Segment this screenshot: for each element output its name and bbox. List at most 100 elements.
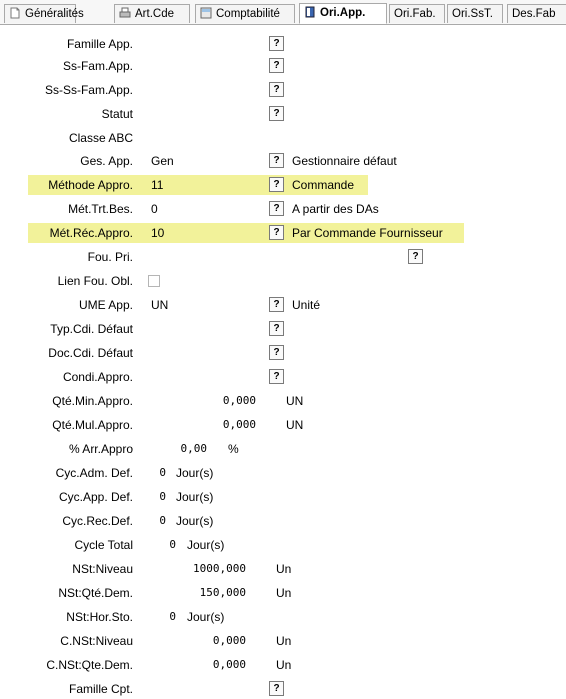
- field-label: Statut: [101, 107, 133, 121]
- field-label: NSt:Hor.Sto.: [66, 610, 133, 624]
- field-number[interactable]: 0,000: [223, 418, 256, 431]
- calculator-icon: [200, 7, 212, 19]
- field-row-typ-cdi-defaut: Typ.Cdi. Défaut ?: [0, 319, 566, 339]
- tab-ori-sst[interactable]: Ori.SsT.: [447, 4, 503, 23]
- field-number[interactable]: 0,000: [213, 634, 246, 647]
- field-label: Méthode Appro.: [48, 178, 133, 192]
- field-description: A partir des DAs: [292, 202, 379, 216]
- field-label: Qté.Min.Appro.: [52, 394, 133, 408]
- tab-label: Ori.SsT.: [452, 8, 493, 20]
- field-label: Condi.Appro.: [62, 370, 133, 384]
- field-value[interactable]: Gen: [151, 154, 174, 168]
- field-label: Lien Fou. Obl.: [57, 274, 133, 288]
- field-description: Par Commande Fournisseur: [292, 226, 443, 240]
- field-row-c-nst-niveau: C.NSt:Niveau 0,000 Un: [0, 631, 566, 651]
- tab-ori-fab[interactable]: Ori.Fab.: [389, 4, 445, 23]
- field-number[interactable]: 150,000: [200, 586, 246, 599]
- field-description: Gestionnaire défaut: [292, 154, 397, 168]
- tab-label: Art.Cde: [135, 8, 174, 20]
- document-icon: [9, 7, 21, 19]
- field-label: Famille Cpt.: [68, 682, 133, 696]
- lookup-button[interactable]: ?: [269, 58, 284, 73]
- field-row-cycle-total: Cycle Total 0 Jour(s): [0, 535, 566, 555]
- field-number[interactable]: 0,00: [181, 442, 208, 455]
- field-label: Ss-Fam.App.: [62, 59, 133, 73]
- field-row-doc-cdi-defaut: Doc.Cdi. Défaut ?: [0, 343, 566, 363]
- field-label: Qté.Mul.Appro.: [52, 418, 133, 432]
- field-value[interactable]: 10: [151, 226, 164, 240]
- tab-art-cde[interactable]: Art.Cde: [114, 4, 190, 23]
- lookup-button[interactable]: ?: [269, 106, 284, 121]
- field-label: UME App.: [78, 298, 133, 312]
- tab-label: Ori.App.: [320, 7, 366, 19]
- field-label: Mét.Trt.Bes.: [68, 202, 133, 216]
- tab-comptabilite[interactable]: Comptabilité: [195, 4, 295, 23]
- lookup-button[interactable]: ?: [269, 201, 284, 216]
- field-number[interactable]: 0: [159, 514, 166, 527]
- field-row-ges-app: Ges. App. Gen ? Gestionnaire défaut: [0, 151, 566, 171]
- field-unit: Jour(s): [187, 538, 225, 552]
- lookup-button[interactable]: ?: [269, 177, 284, 192]
- tab-generalites[interactable]: Généralités: [4, 4, 84, 23]
- lookup-button[interactable]: ?: [269, 345, 284, 360]
- field-number[interactable]: 0: [159, 466, 166, 479]
- field-row-cyc-rec-def: Cyc.Rec.Def. 0 Jour(s): [0, 511, 566, 531]
- field-unit: %: [228, 442, 239, 456]
- lookup-button[interactable]: ?: [408, 249, 423, 264]
- tab-des-fab[interactable]: Des.Fab: [507, 4, 566, 23]
- lookup-button[interactable]: ?: [269, 321, 284, 336]
- lookup-button[interactable]: ?: [269, 36, 284, 51]
- field-row-fou-pri: Fou. Pri. ?: [0, 247, 566, 267]
- field-row-methode-appro: Méthode Appro. 11 ? Commande: [0, 175, 566, 195]
- lookup-button[interactable]: ?: [269, 369, 284, 384]
- checkbox[interactable]: [148, 275, 160, 287]
- field-label: Classe ABC: [68, 131, 133, 145]
- field-number[interactable]: 0,000: [223, 394, 256, 407]
- field-number[interactable]: 0: [159, 490, 166, 503]
- field-row-met-trt-bes: Mét.Trt.Bes. 0 ? A partir des DAs: [0, 199, 566, 219]
- field-row-nst-hor-sto: NSt:Hor.Sto. 0 Jour(s): [0, 607, 566, 627]
- field-number[interactable]: 1000,000: [193, 562, 246, 575]
- field-label: Famille App.: [66, 37, 133, 51]
- lookup-button[interactable]: ?: [269, 82, 284, 97]
- printer-icon: [119, 7, 131, 19]
- field-number: 0: [169, 538, 176, 551]
- field-row-lien-fou-obl: Lien Fou. Obl.: [0, 271, 566, 291]
- field-row-cyc-app-def: Cyc.App. Def. 0 Jour(s): [0, 487, 566, 507]
- field-unit: Un: [276, 658, 292, 672]
- field-label: Mét.Réc.Appro.: [49, 226, 133, 240]
- field-label: Cycle Total: [74, 538, 133, 552]
- field-unit: UN: [286, 394, 304, 408]
- field-label: Cyc.Rec.Def.: [62, 514, 133, 528]
- tab-label: Ori.Fab.: [394, 8, 436, 20]
- field-description: Commande: [292, 178, 355, 192]
- field-value[interactable]: 11: [151, 178, 163, 192]
- book-icon: [304, 6, 316, 18]
- field-number[interactable]: 0: [169, 610, 176, 623]
- tab-label: Des.Fab: [512, 8, 556, 20]
- field-unit: Un: [276, 586, 292, 600]
- tab-ori-app[interactable]: Ori.App.: [299, 3, 387, 24]
- field-label: Cyc.App. Def.: [58, 490, 133, 504]
- field-unit: Jour(s): [176, 514, 214, 528]
- field-row-statut: Statut ?: [0, 104, 566, 124]
- field-row-c-nst-qte-dem: C.NSt:Qte.Dem. 0,000 Un: [0, 655, 566, 675]
- field-row-qte-min-appro: Qté.Min.Appro. 0,000 UN: [0, 391, 566, 411]
- field-unit: Un: [276, 634, 292, 648]
- lookup-button[interactable]: ?: [269, 297, 284, 312]
- field-unit: Jour(s): [176, 490, 214, 504]
- field-value[interactable]: 0: [151, 202, 158, 216]
- field-number[interactable]: 0,000: [213, 658, 246, 671]
- field-description: Unité: [292, 298, 321, 312]
- field-label: C.NSt:Niveau: [60, 634, 133, 648]
- field-row-ss-ss-fam-app: Ss-Ss-Fam.App. ?: [0, 80, 566, 100]
- field-value[interactable]: UN: [151, 298, 168, 312]
- lookup-button[interactable]: ?: [269, 225, 284, 240]
- lookup-button[interactable]: ?: [269, 681, 284, 696]
- lookup-button[interactable]: ?: [269, 153, 284, 168]
- field-unit: Jour(s): [187, 610, 225, 624]
- field-row-famille-app: Famille App. ?: [0, 34, 566, 54]
- field-label: NSt:Niveau: [72, 562, 133, 576]
- field-row-ss-fam-app: Ss-Fam.App. ?: [0, 56, 566, 76]
- field-row-ume-app: UME App. UN ? Unité: [0, 295, 566, 315]
